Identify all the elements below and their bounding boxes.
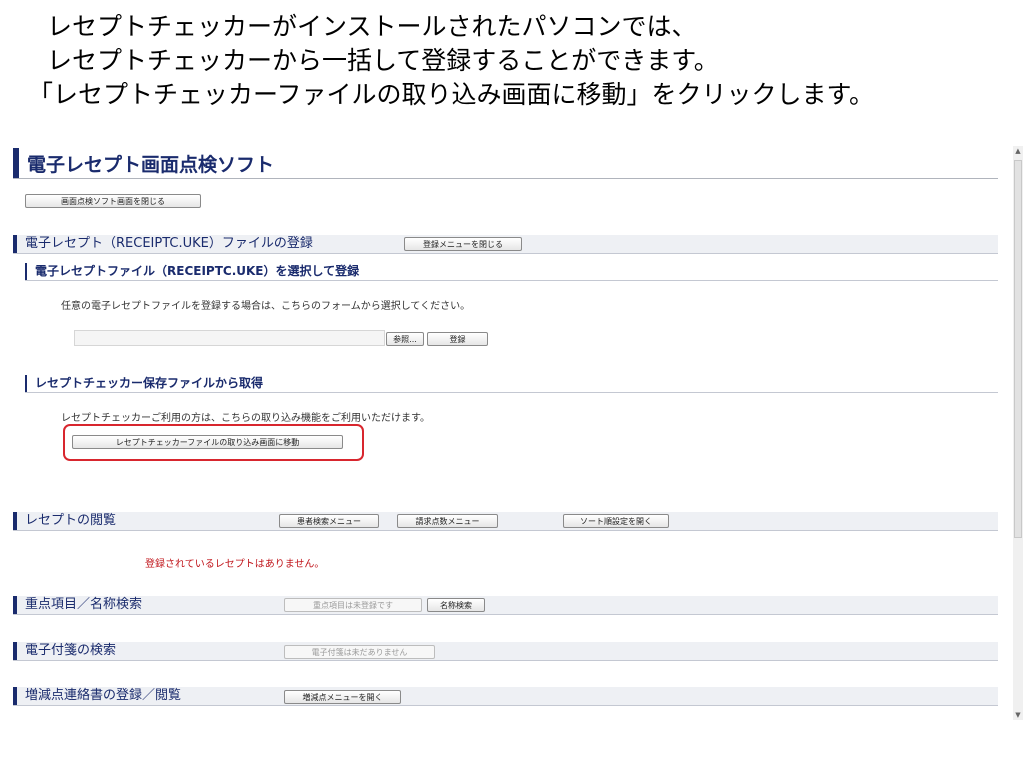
browse-button[interactable]: 参照...	[386, 332, 424, 346]
sort-settings-button[interactable]: ソート順設定を開く	[563, 514, 669, 528]
caption-line-1: レセプトチェッカーがインストールされたパソコンでは、	[47, 12, 697, 41]
no-receipts-message: 登録されているレセプトはありません。	[145, 559, 325, 570]
section-priority: 重点項目／名称検索	[13, 596, 998, 615]
file-path-input[interactable]	[74, 330, 385, 346]
claim-points-menu-button[interactable]: 請求点数メニュー	[397, 514, 498, 528]
app-title: 電子レセプト画面点検ソフト	[27, 154, 275, 176]
caption-line-3: 「レセプトチェッカーファイルの取り込み画面に移動」をクリックします。	[28, 80, 875, 109]
close-register-menu-button[interactable]: 登録メニューを閉じる	[404, 237, 522, 251]
app-window: 電子レセプト画面点検ソフト 画面点検ソフト画面を閉じる 電子レセプト（RECEI…	[13, 146, 1011, 716]
section-adjust: 増減点連絡書の登録／閲覧	[13, 687, 998, 706]
section-priority-title: 重点項目／名称検索	[25, 597, 143, 612]
adjust-menu-button[interactable]: 増減点メニューを開く	[284, 690, 401, 704]
name-search-button[interactable]: 名称検索	[427, 598, 485, 612]
app-title-bar: 電子レセプト画面点検ソフト	[13, 146, 998, 179]
section-accent-bar	[13, 596, 17, 614]
section-browse: レセプトの閲覧	[13, 512, 998, 531]
section-accent-bar	[13, 687, 17, 705]
checker-description: レセプトチェッカーご利用の方は、こちらの取り込み機能をご利用いただけます。	[61, 413, 430, 424]
patient-search-menu-button[interactable]: 患者検索メニュー	[279, 514, 379, 528]
close-app-button[interactable]: 画面点検ソフト画面を閉じる	[25, 194, 201, 208]
subsection-file-title: 電子レセプトファイル（RECEIPTC.UKE）を選択して登録	[35, 264, 360, 278]
scroll-thumb[interactable]	[1014, 160, 1022, 538]
scroll-down-icon[interactable]: ▼	[1013, 710, 1023, 720]
move-to-checker-import-button[interactable]: レセプトチェッカーファイルの取り込み画面に移動	[72, 435, 343, 449]
section-accent-bar	[13, 512, 17, 530]
register-button[interactable]: 登録	[427, 332, 488, 346]
subsection-file-register: 電子レセプトファイル（RECEIPTC.UKE）を選択して登録	[25, 262, 998, 281]
section-register-title: 電子レセプト（RECEIPTC.UKE）ファイルの登録	[25, 236, 313, 251]
sticky-none-button[interactable]: 電子付箋は未だありません	[284, 645, 435, 659]
section-accent-bar	[13, 235, 17, 253]
scroll-up-icon[interactable]: ▲	[1013, 146, 1023, 156]
section-sticky-title: 電子付箋の検索	[25, 643, 117, 658]
vertical-scrollbar[interactable]: ▲ ▼	[1013, 146, 1023, 720]
priority-unregistered-button[interactable]: 重点項目は未登録です	[284, 598, 422, 612]
subsection-checker: レセプトチェッカー保存ファイルから取得	[25, 374, 998, 393]
title-accent-bar	[13, 148, 19, 178]
sub-accent-bar	[25, 375, 27, 392]
section-sticky: 電子付箋の検索	[13, 642, 998, 661]
section-accent-bar	[13, 642, 17, 660]
file-register-description: 任意の電子レセプトファイルを登録する場合は、こちらのフォームから選択してください…	[61, 301, 471, 312]
subsection-checker-title: レセプトチェッカー保存ファイルから取得	[35, 376, 264, 390]
caption: レセプトチェッカーがインストールされたパソコンでは、 レセプトチェッカーから一括…	[0, 10, 1024, 112]
section-browse-title: レセプトの閲覧	[25, 513, 117, 528]
sub-accent-bar	[25, 263, 27, 280]
section-adjust-title: 増減点連絡書の登録／閲覧	[25, 688, 182, 703]
caption-line-2: レセプトチェッカーから一括して登録することができます。	[47, 46, 719, 75]
